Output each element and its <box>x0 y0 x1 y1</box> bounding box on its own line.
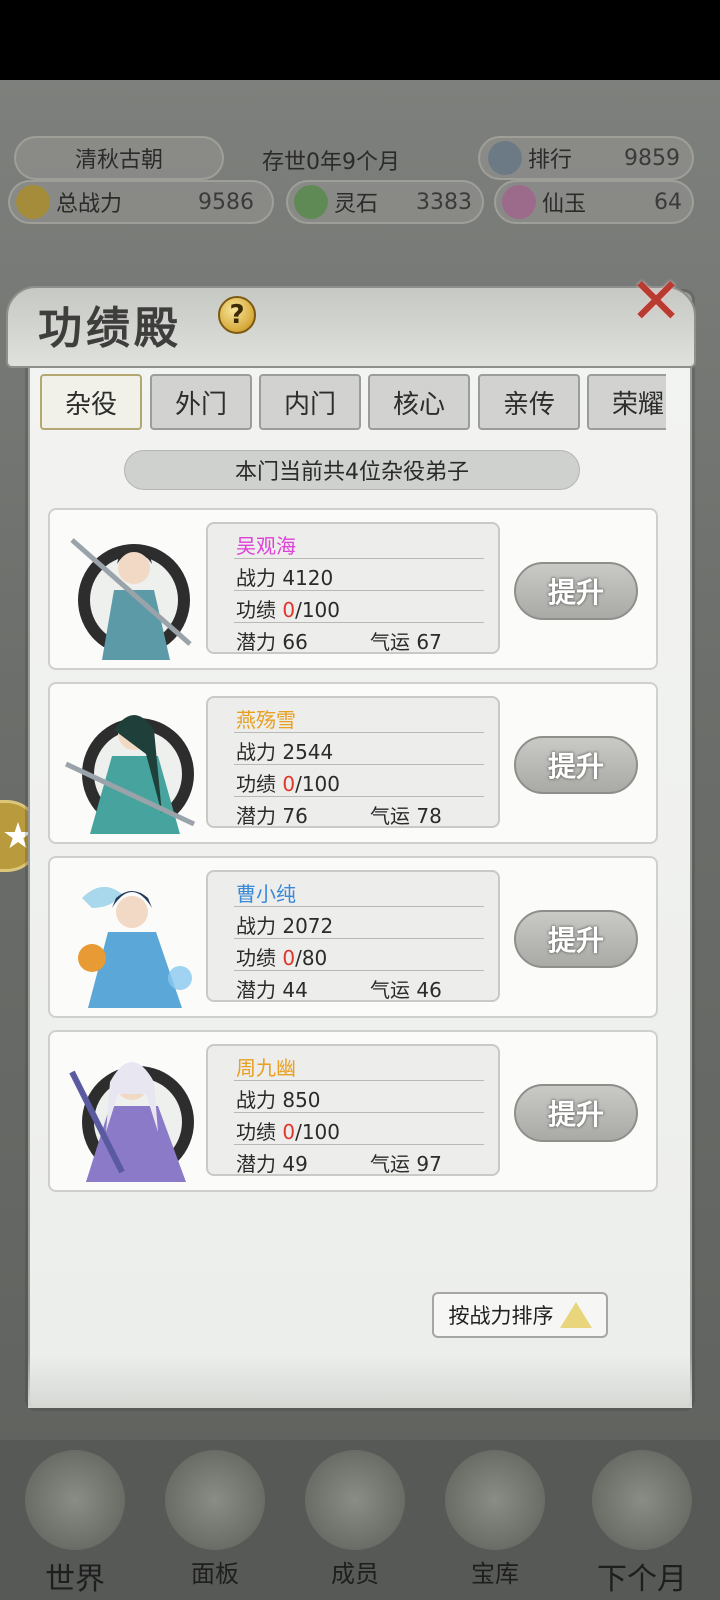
sort-by-power-button[interactable]: 按战力排序 <box>432 1292 608 1338</box>
disciple-card: 曹小纯 战力 2072 功绩 0/80 潜力 44 气运 46 提升 <box>48 856 658 1018</box>
divider <box>234 732 484 733</box>
survival-time: 存世0年9个月 <box>262 150 400 175</box>
power-stat: 战力 2072 <box>236 914 334 938</box>
disciple-name: 吴观海 <box>236 534 296 558</box>
sect-name-plate: 清秋古朝 <box>14 136 224 180</box>
disciple-count-banner: 本门当前共4位杂役弟子 <box>124 450 580 490</box>
rank-value: 9859 <box>624 145 680 171</box>
divider <box>234 590 484 591</box>
luck-stat: 气运 78 <box>370 804 442 828</box>
page-title: 功绩殿 <box>38 303 182 354</box>
tab-core[interactable]: 核心 <box>368 374 470 430</box>
disciple-name: 燕殇雪 <box>236 708 296 732</box>
disciple-name: 曹小纯 <box>236 882 296 906</box>
power-stat: 战力 850 <box>236 1088 321 1112</box>
avatar <box>62 1042 200 1182</box>
divider <box>234 558 484 559</box>
panel-footer-decoration <box>28 1354 692 1408</box>
divider <box>234 1112 484 1113</box>
total-power-plate: 总战力 9586 <box>8 180 274 224</box>
avatar <box>62 520 200 660</box>
avatar <box>62 868 200 1008</box>
sect-name: 清秋古朝 <box>74 148 163 173</box>
tab-outer[interactable]: 外门 <box>150 374 252 430</box>
merit-stat: 功绩 0/100 <box>236 1120 341 1144</box>
disciple-info: 燕殇雪 战力 2544 功绩 0/100 潜力 76 气运 78 <box>206 696 500 828</box>
disciple-card: 周九幽 战力 850 功绩 0/100 潜力 49 气运 97 提升 <box>48 1030 658 1192</box>
spirit-stone-value: 3383 <box>416 189 472 215</box>
promote-button[interactable]: 提升 <box>514 562 638 620</box>
divider <box>234 906 484 907</box>
world-icon <box>25 1450 125 1550</box>
divider <box>234 938 484 939</box>
disciple-info: 曹小纯 战力 2072 功绩 0/80 潜力 44 气运 46 <box>206 870 500 1002</box>
avatar <box>62 694 200 834</box>
rank-label: 排行 <box>528 148 573 173</box>
power-stat: 战力 4120 <box>236 566 334 590</box>
help-icon[interactable]: ? <box>218 296 256 334</box>
jade-label: 仙玉 <box>542 192 587 217</box>
close-icon[interactable]: ✕ <box>626 270 686 334</box>
spirit-stone-label: 灵石 <box>334 192 379 217</box>
disciple-info: 周九幽 战力 850 功绩 0/100 潜力 49 气运 97 <box>206 1044 500 1176</box>
divider <box>234 796 484 797</box>
luck-stat: 气运 46 <box>370 978 442 1002</box>
divider <box>234 764 484 765</box>
nav-panel[interactable]: 面板 <box>150 1450 280 1600</box>
potential-stat: 潜力 76 <box>236 804 308 828</box>
power-value: 9586 <box>198 189 254 215</box>
divider <box>234 1080 484 1081</box>
nav-world[interactable]: 世界 <box>10 1450 140 1600</box>
next-month-icon <box>592 1450 692 1550</box>
power-icon <box>16 185 50 219</box>
rank-plate[interactable]: 排行 9859 <box>478 136 694 180</box>
sort-ascending-icon <box>559 1302 592 1328</box>
nav-members[interactable]: 成员 <box>290 1450 420 1600</box>
power-stat: 战力 2544 <box>236 740 334 764</box>
divider <box>234 1144 484 1145</box>
merit-stat: 功绩 0/80 <box>236 946 328 970</box>
spirit-stone-icon <box>294 185 328 219</box>
tab-personal[interactable]: 亲传 <box>478 374 580 430</box>
treasury-icon <box>445 1450 545 1550</box>
divider <box>234 970 484 971</box>
tab-servant[interactable]: 杂役 <box>40 374 142 430</box>
luck-stat: 气运 67 <box>370 630 442 654</box>
rank-tabs: 杂役 外门 内门 核心 亲传 荣耀 <box>40 374 666 430</box>
panel-icon <box>165 1450 265 1550</box>
jade-icon <box>502 185 536 219</box>
jade-plate: 仙玉 64 <box>494 180 694 224</box>
power-label: 总战力 <box>56 192 123 217</box>
potential-stat: 潜力 49 <box>236 1152 308 1176</box>
disciple-card: 燕殇雪 战力 2544 功绩 0/100 潜力 76 气运 78 提升 <box>48 682 658 844</box>
status-bar <box>0 0 720 80</box>
disciple-name: 周九幽 <box>236 1056 296 1080</box>
promote-button[interactable]: 提升 <box>514 736 638 794</box>
disciple-card: 吴观海 战力 4120 功绩 0/100 潜力 66 气运 67 提升 <box>48 508 658 670</box>
promote-button[interactable]: 提升 <box>514 1084 638 1142</box>
promote-button[interactable]: 提升 <box>514 910 638 968</box>
sort-label: 按战力排序 <box>448 1304 554 1328</box>
members-icon <box>305 1450 405 1550</box>
spirit-stone-plate: 灵石 3383 <box>286 180 484 224</box>
merit-stat: 功绩 0/100 <box>236 772 341 796</box>
potential-stat: 潜力 66 <box>236 630 308 654</box>
nav-next-month[interactable]: 下个月 <box>572 1450 712 1600</box>
merit-stat: 功绩 0/100 <box>236 598 341 622</box>
nav-treasury[interactable]: 宝库 <box>430 1450 560 1600</box>
luck-stat: 气运 97 <box>370 1152 442 1176</box>
disciple-info: 吴观海 战力 4120 功绩 0/100 潜力 66 气运 67 <box>206 522 500 654</box>
tab-inner[interactable]: 内门 <box>259 374 361 430</box>
divider <box>234 622 484 623</box>
rank-icon <box>488 141 522 175</box>
tab-honor[interactable]: 荣耀 <box>587 374 666 430</box>
potential-stat: 潜力 44 <box>236 978 308 1002</box>
jade-value: 64 <box>654 189 682 215</box>
